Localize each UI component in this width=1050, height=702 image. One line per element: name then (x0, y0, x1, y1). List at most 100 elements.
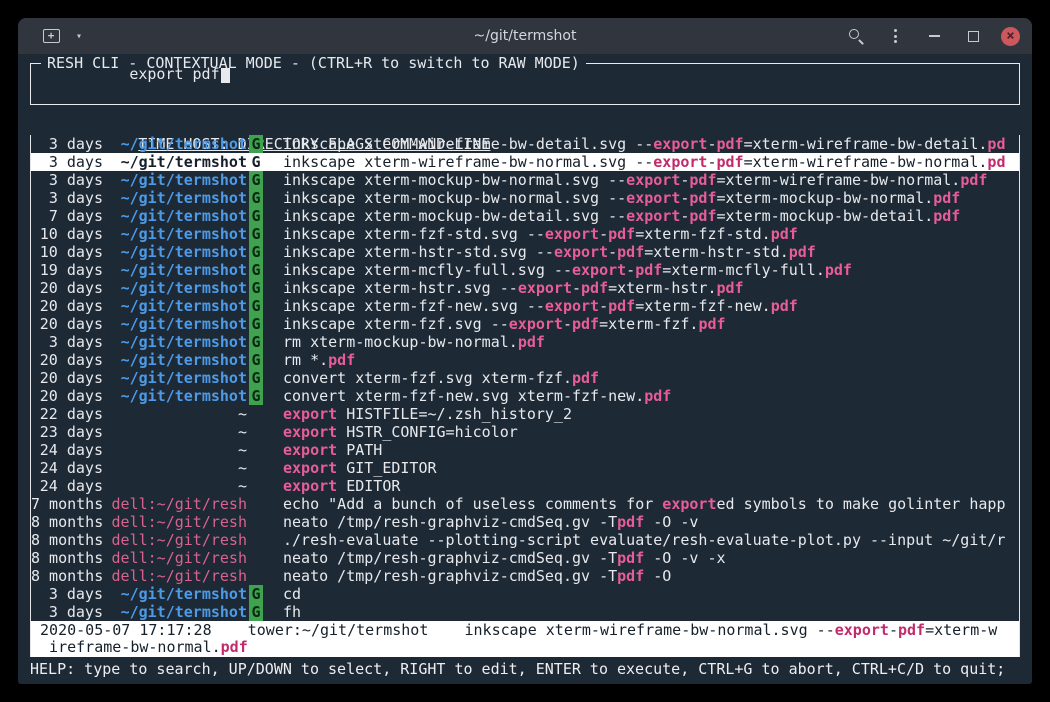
row-host-directory: dell:~/git/resh (103, 495, 247, 513)
row-time: 8 months (31, 531, 103, 549)
row-host-directory: ~/git/termshot (103, 333, 247, 351)
history-row[interactable]: 20 days~/git/termshotGinkscape xterm-hst… (31, 279, 1019, 297)
row-time: 8 months (31, 549, 103, 567)
row-flags: G (247, 333, 265, 351)
history-row[interactable]: 8 monthsdell:~/git/reshneato /tmp/resh-g… (31, 513, 1019, 531)
search-box[interactable]: RESH CLI - CONTEXTUAL MODE - (CTRL+R to … (30, 63, 1020, 105)
history-row[interactable]: 3 days~/git/termshotGinkscape xterm-wire… (31, 135, 1019, 153)
history-row[interactable]: 7 monthsdell:~/git/reshecho "Add a bunch… (31, 495, 1019, 513)
row-host-directory: ~/git/termshot (103, 603, 247, 621)
search-button[interactable] (845, 24, 867, 48)
row-command: inkscape xterm-mockup-bw-normal.svg --ex… (265, 171, 1019, 189)
row-flags: G (247, 171, 265, 189)
row-command: echo "Add a bunch of useless comments fo… (265, 495, 1019, 513)
row-host-directory: ~/git/termshot (103, 207, 247, 225)
row-command: neato /tmp/resh-graphviz-cmdSeq.gv -Tpdf… (265, 567, 1019, 585)
history-row[interactable]: 20 days~/git/termshotGinkscape xterm-fzf… (31, 315, 1019, 333)
row-command: neato /tmp/resh-graphviz-cmdSeq.gv -Tpdf… (265, 549, 1019, 567)
row-host-directory: ~/git/termshot (103, 225, 247, 243)
row-command: inkscape xterm-hstr.svg --export-pdf=xte… (265, 279, 1019, 297)
git-flag-badge: G (249, 261, 262, 279)
history-row[interactable]: 3 days~/git/termshotGcd (31, 585, 1019, 603)
row-command: inkscape xterm-mockup-bw-detail.svg --ex… (265, 207, 1019, 225)
row-command: inkscape xterm-fzf-std.svg --export-pdf=… (265, 225, 1019, 243)
row-flags (247, 567, 265, 585)
history-row[interactable]: 8 monthsdell:~/git/resh./resh-evaluate -… (31, 531, 1019, 549)
history-row[interactable]: 20 days~/git/termshotGconvert xterm-fzf-… (31, 387, 1019, 405)
history-row[interactable]: 7 days~/git/termshotGinkscape xterm-mock… (31, 207, 1019, 225)
chevron-down-icon: ▾ (76, 31, 82, 42)
history-row[interactable]: 24 days~export EDITOR (31, 477, 1019, 495)
row-time: 24 days (31, 477, 103, 495)
history-row[interactable]: 20 days~/git/termshotGinkscape xterm-fzf… (31, 297, 1019, 315)
history-row[interactable]: 3 days~/git/termshotGinkscape xterm-mock… (31, 171, 1019, 189)
history-row[interactable]: 3 days~/git/termshotGinkscape xterm-wire… (31, 153, 1019, 171)
row-command: inkscape xterm-wireframe-bw-normal.svg -… (265, 153, 1019, 171)
history-row[interactable]: 24 days~export PATH (31, 441, 1019, 459)
history-row[interactable]: 8 monthsdell:~/git/reshneato /tmp/resh-g… (31, 549, 1019, 567)
history-row[interactable]: 20 days~/git/termshotGrm *.pdf (31, 351, 1019, 369)
row-host-directory: ~/git/termshot (103, 585, 247, 603)
git-flag-badge: G (249, 153, 262, 171)
git-flag-badge: G (249, 585, 262, 603)
minimize-button[interactable] (923, 24, 945, 48)
new-tab-button[interactable]: + (40, 24, 62, 48)
row-flags (247, 441, 265, 459)
row-host-directory: ~/git/termshot (103, 171, 247, 189)
row-time: 3 days (31, 603, 103, 621)
row-command: cd (265, 585, 1019, 603)
restore-button[interactable] (962, 24, 984, 48)
row-time: 24 days (31, 441, 103, 459)
row-flags: G (247, 225, 265, 243)
row-time: 20 days (31, 351, 103, 369)
row-host-directory: ~/git/termshot (103, 369, 247, 387)
history-row[interactable]: 24 days~export GIT_EDITOR (31, 459, 1019, 477)
row-time: 7 days (31, 207, 103, 225)
row-command: neato /tmp/resh-graphviz-cmdSeq.gv -Tpdf… (265, 513, 1019, 531)
row-flags: G (247, 315, 265, 333)
row-host-directory: ~/git/termshot (103, 189, 247, 207)
history-row[interactable]: 3 days~/git/termshotGinkscape xterm-mock… (31, 189, 1019, 207)
row-flags (247, 405, 265, 423)
menu-button[interactable] (884, 24, 906, 48)
git-flag-badge: G (249, 135, 262, 153)
row-command: inkscape xterm-mcfly-full.svg --export-p… (265, 261, 1019, 279)
row-time: 3 days (31, 135, 103, 153)
row-time: 10 days (31, 243, 103, 261)
row-command: export GIT_EDITOR (265, 459, 1019, 477)
row-command: inkscape xterm-fzf-new.svg --export-pdf=… (265, 297, 1019, 315)
row-host-directory: ~ (103, 441, 247, 459)
row-time: 3 days (31, 171, 103, 189)
row-command: inkscape xterm-mockup-bw-normal.svg --ex… (265, 189, 1019, 207)
row-command: export HISTFILE=~/.zsh_history_2 (265, 405, 1019, 423)
row-time: 20 days (31, 297, 103, 315)
row-flags: G (247, 207, 265, 225)
history-row[interactable]: 19 days~/git/termshotGinkscape xterm-mcf… (31, 261, 1019, 279)
git-flag-badge: G (249, 243, 262, 261)
history-row[interactable]: 22 days~export HISTFILE=~/.zsh_history_2 (31, 405, 1019, 423)
row-flags (247, 495, 265, 513)
close-button[interactable]: × (1001, 27, 1020, 46)
history-row[interactable]: 10 days~/git/termshotGinkscape xterm-fzf… (31, 225, 1019, 243)
row-time: 20 days (31, 315, 103, 333)
row-time: 3 days (31, 333, 103, 351)
detail-line: 2020-05-07 17:17:28 tower:~/git/termshot… (31, 622, 1019, 639)
history-row[interactable]: 8 monthsdell:~/git/reshneato /tmp/resh-g… (31, 567, 1019, 585)
history-row[interactable]: 10 days~/git/termshotGinkscape xterm-hst… (31, 243, 1019, 261)
row-time: 8 months (31, 513, 103, 531)
profile-dropdown-button[interactable]: ▾ (68, 24, 90, 48)
row-host-directory: ~/git/termshot (103, 153, 247, 171)
history-row[interactable]: 3 days~/git/termshotGfh (31, 603, 1019, 621)
git-flag-badge: G (249, 297, 262, 315)
history-row[interactable]: 3 days~/git/termshotGrm xterm-mockup-bw-… (31, 333, 1019, 351)
history-row[interactable]: 23 days~export HSTR_CONFIG=hicolor (31, 423, 1019, 441)
row-host-directory: ~/git/termshot (103, 279, 247, 297)
row-time: 3 days (31, 153, 103, 171)
row-flags: G (247, 243, 265, 261)
detail-line: ireframe-bw-normal.pdf (31, 639, 1019, 656)
row-flags: G (247, 261, 265, 279)
history-row[interactable]: 20 days~/git/termshotGconvert xterm-fzf.… (31, 369, 1019, 387)
row-host-directory: dell:~/git/resh (103, 531, 247, 549)
search-input[interactable]: export pdf (39, 47, 230, 101)
row-flags: G (247, 189, 265, 207)
